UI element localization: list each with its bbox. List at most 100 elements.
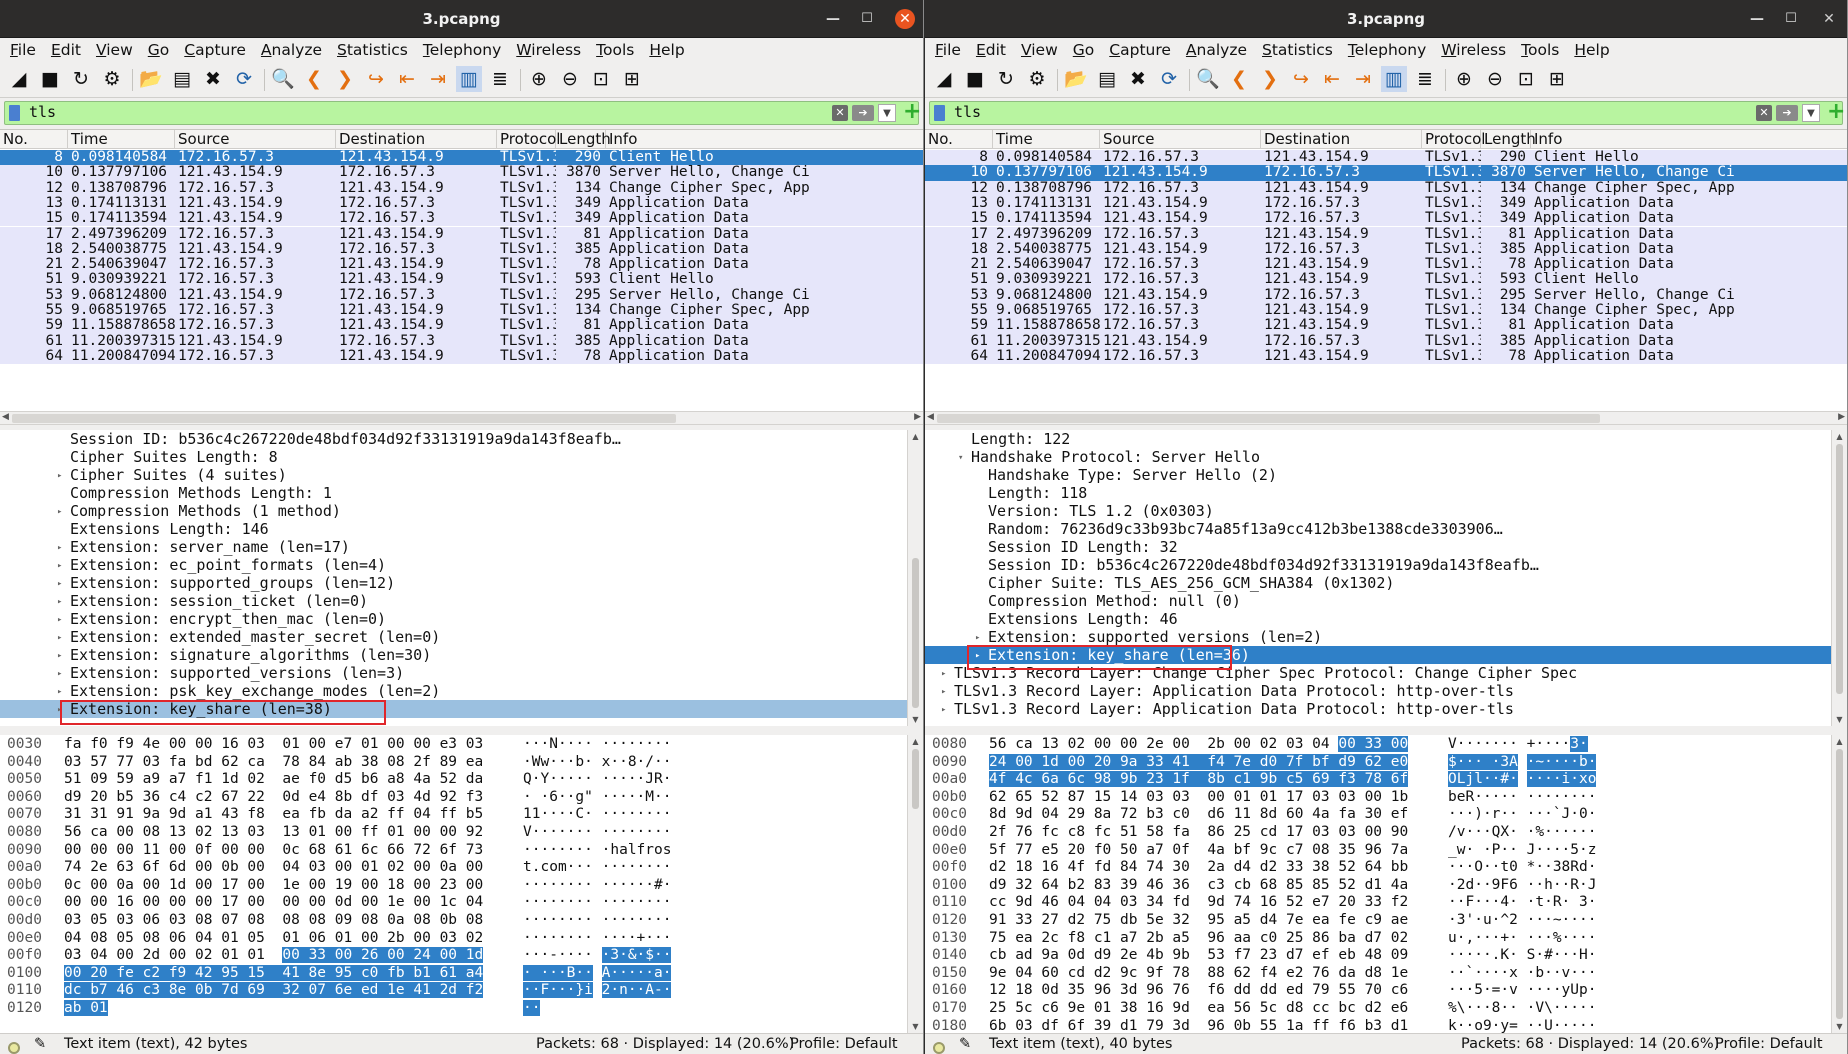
detail-row[interactable]: ▸ TLSv1.3 Record Layer: Application Data … (925, 682, 1831, 700)
menu-help[interactable]: Help (649, 41, 684, 59)
menu-edit[interactable]: Edit (51, 41, 81, 59)
menu-capture[interactable]: Capture (184, 41, 246, 59)
scroll-up-icon[interactable]: ▲ (1832, 432, 1847, 441)
close-file-icon[interactable]: ✖ (1125, 66, 1151, 92)
scrollbar-thumb[interactable] (912, 749, 919, 809)
options-gear-icon[interactable]: ⚙ (1024, 66, 1050, 92)
clear-filter-icon[interactable]: ✕ (1756, 105, 1772, 121)
scroll-left-icon[interactable]: ◀ (2, 412, 9, 422)
hex-bytes[interactable]: 03 05 03 06 03 08 07 08 08 08 09 08 0a 0… (64, 911, 483, 929)
detail-row[interactable]: ▸ Extension: extended_master_secret (len=… (0, 628, 907, 646)
ascii-bytes[interactable]: ··F···}i 2·n··A-· (523, 981, 672, 999)
ascii-bytes[interactable]: /v···QX· ·%······ (1448, 823, 1596, 841)
expand-arrow-icon[interactable]: ▸ (57, 611, 62, 629)
apply-filter-icon[interactable]: ➔ (852, 105, 874, 121)
detail-row[interactable]: ▸ Extension: supported_groups (len=12) (0, 574, 907, 592)
packet-row[interactable]: 10 0.137797106 121.43.154.9 172.16.57.3 TLSv… (0, 165, 923, 181)
detail-row[interactable]: ▸ Extension: server_name (len=17) (0, 538, 907, 556)
add-filter-button-icon[interactable]: + (1827, 100, 1845, 124)
resize-columns-icon[interactable]: ⊞ (619, 66, 645, 92)
packet-row[interactable]: 61 11.200397315 121.43.154.9 172.16.57.3 TLS… (925, 333, 1847, 349)
detail-row[interactable]: Length: 122 (925, 430, 1831, 448)
menu-telephony[interactable]: Telephony (1348, 41, 1426, 59)
go-forward-icon[interactable]: ❯ (332, 66, 358, 92)
go-to-packet-icon[interactable]: ↪ (363, 66, 389, 92)
expand-arrow-icon[interactable]: ▸ (57, 593, 62, 611)
expert-info-indicator-icon[interactable] (8, 1038, 20, 1054)
expand-arrow-icon[interactable]: ▸ (941, 683, 946, 701)
hex-bytes[interactable]: 04 08 05 08 06 04 01 05 01 06 01 00 2b 0… (64, 929, 483, 947)
detail-row[interactable]: ▸ Extension: supported_versions (len=2) (925, 628, 1831, 646)
hex-bytes[interactable]: cb ad 9a 0d d9 2e 4b 9b 53 f7 23 d7 ef e… (989, 946, 1408, 964)
packet-list-horizontal-scrollbar[interactable]: ◀ ▶ (0, 411, 923, 425)
restart-icon[interactable]: ↻ (68, 66, 94, 92)
save-file-icon[interactable]: ▤ (169, 66, 195, 92)
scroll-down-icon[interactable]: ▼ (908, 715, 923, 724)
menu-analyze[interactable]: Analyze (261, 41, 322, 59)
packet-row[interactable]: 10 0.137797106 121.43.154.9 172.16.57.3 TLSv… (925, 165, 1847, 181)
ascii-bytes[interactable]: ········ ········ (523, 893, 671, 911)
detail-row[interactable]: Handshake Type: Server Hello (2) (925, 466, 1831, 484)
packet-row[interactable]: 15 0.174113594 121.43.154.9 172.16.57.3 TLSv… (925, 211, 1847, 227)
hex-bytes[interactable]: 12 18 0d 35 96 3d 96 76 f6 dd dd ed 79 5… (989, 981, 1408, 999)
expand-arrow-icon[interactable]: ▸ (57, 575, 62, 593)
detail-row[interactable]: Random: 76236d9c33b93bc74a85f13a9cc412b3… (925, 520, 1831, 538)
close-file-icon[interactable]: ✖ (200, 66, 226, 92)
filter-text[interactable]: tls (29, 103, 56, 121)
menu-go[interactable]: Go (148, 41, 170, 59)
menu-go[interactable]: Go (1073, 41, 1095, 59)
find-packet-icon[interactable]: 🔍 (1195, 66, 1221, 92)
hex-bytes[interactable]: 31 31 91 9a 9d a1 43 f8 ea fb da a2 ff 0… (64, 805, 483, 823)
packet-row[interactable]: 51 9.030939221 172.16.57.3 121.43.154.9 TLSv… (0, 272, 923, 288)
hex-bytes[interactable]: 62 65 52 87 15 14 03 03 00 01 01 17 03 0… (989, 788, 1408, 806)
menu-statistics[interactable]: Statistics (1262, 41, 1333, 59)
go-forward-icon[interactable]: ❯ (1257, 66, 1283, 92)
menu-help[interactable]: Help (1574, 41, 1609, 59)
reload-icon[interactable]: ⟳ (1156, 66, 1182, 92)
expand-arrow-icon[interactable]: ▸ (57, 647, 62, 665)
maximize-button[interactable]: ☐ (857, 9, 877, 29)
minimize-button[interactable]: — (1747, 9, 1767, 29)
scrollbar-thumb[interactable] (1836, 444, 1843, 694)
packet-row[interactable]: 18 2.540038775 121.43.154.9 172.16.57.3 TLSv… (0, 241, 923, 258)
ascii-bytes[interactable]: ··F···4· ·t·R· 3· (1448, 893, 1596, 911)
menu-edit[interactable]: Edit (976, 41, 1006, 59)
hex-bytes[interactable]: 8d 9d 04 29 8a 72 b3 c0 d6 11 8d 60 4a f… (989, 805, 1408, 823)
maximize-button[interactable]: ☐ (1781, 9, 1801, 29)
detail-row[interactable]: Compression Method: null (0) (925, 592, 1831, 610)
scroll-right-icon[interactable]: ▶ (1838, 412, 1845, 422)
stop-icon[interactable]: ■ (962, 66, 988, 92)
detail-row[interactable]: ▸ Extension: session_ticket (len=0) (0, 592, 907, 610)
detail-row[interactable]: ▸ Compression Methods (1 method) (0, 502, 907, 520)
hex-bytes[interactable]: 75 ea 2c f8 c1 a7 2b a5 96 aa c0 25 86 b… (989, 929, 1408, 947)
ascii-bytes[interactable]: u·,···+· ···%···· (1448, 929, 1596, 947)
column-header-time[interactable]: Time (993, 130, 1100, 149)
scrollbar-thumb[interactable] (937, 414, 1600, 423)
ascii-bytes[interactable]: $··· ·3A ·~····b· (1448, 753, 1597, 771)
filter-text[interactable]: tls (954, 103, 981, 121)
autoscroll-icon[interactable]: ▥ (456, 66, 482, 92)
menu-analyze[interactable]: Analyze (1186, 41, 1247, 59)
packet-row[interactable]: 21 2.540639047 172.16.57.3 121.43.154.9 TLSv… (925, 257, 1847, 273)
expert-info-indicator-icon[interactable] (933, 1038, 945, 1054)
packet-row[interactable]: 17 2.497396209 172.16.57.3 121.43.154.9 TLSv… (925, 226, 1847, 242)
ascii-bytes[interactable]: k··o9·y= ··U····· (1448, 1017, 1596, 1033)
ascii-bytes[interactable]: %\···8·· ·V\····· (1448, 999, 1596, 1017)
detail-row[interactable]: ▸ Extension: encrypt_then_mac (len=0) (0, 610, 907, 628)
go-to-packet-icon[interactable]: ↪ (1288, 66, 1314, 92)
ascii-bytes[interactable]: OLjl··#· ····i·xo (1448, 770, 1597, 788)
packet-row[interactable]: 21 2.540639047 172.16.57.3 121.43.154.9 TLSv… (0, 257, 923, 273)
options-gear-icon[interactable]: ⚙ (99, 66, 125, 92)
zoom-in-icon[interactable]: ⊕ (1451, 66, 1477, 92)
column-header-source[interactable]: Source (175, 130, 336, 149)
detail-row[interactable]: Length: 118 (925, 484, 1831, 502)
ascii-bytes[interactable]: _w· ·P·· J····5·z (1448, 841, 1596, 859)
packet-row[interactable]: 12 0.138708796 172.16.57.3 121.43.154.9 TLSv… (0, 180, 923, 196)
packet-row[interactable]: 61 11.200397315 121.43.154.9 172.16.57.3 TLS… (0, 333, 923, 349)
display-filter-input[interactable]: tls ✕ ➔ ▼ (929, 101, 1843, 125)
expand-arrow-icon[interactable]: ▸ (57, 629, 62, 647)
packet-list-horizontal-scrollbar[interactable]: ◀ ▶ (925, 411, 1847, 425)
packet-row[interactable]: 51 9.030939221 172.16.57.3 121.43.154.9 TLSv… (925, 272, 1847, 288)
reload-icon[interactable]: ⟳ (231, 66, 257, 92)
scroll-down-icon[interactable]: ▼ (1832, 715, 1847, 724)
